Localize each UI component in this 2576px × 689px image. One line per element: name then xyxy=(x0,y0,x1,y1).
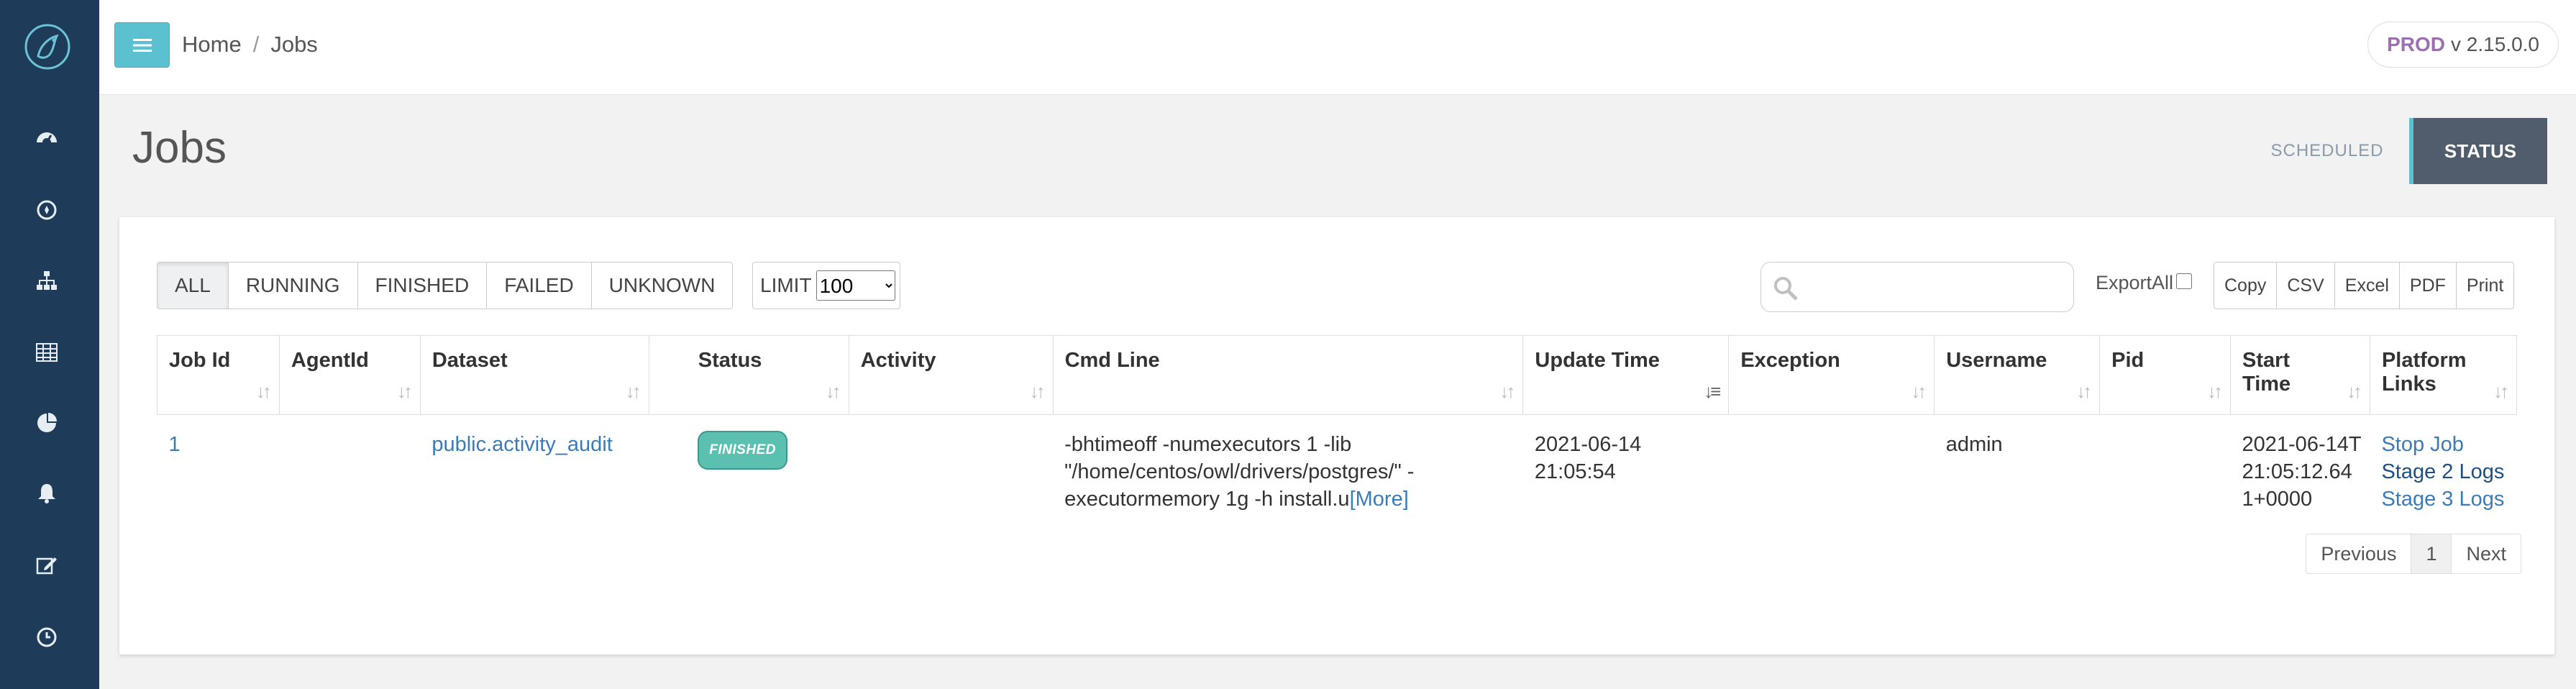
cell-agent-id xyxy=(279,415,420,529)
breadcrumb-home[interactable]: Home xyxy=(182,32,242,58)
sort-icon: ↓↑ xyxy=(255,380,272,402)
stage-3-logs-link[interactable]: Stage 3 Logs xyxy=(2381,485,2505,513)
sort-icon: ↓↑ xyxy=(2076,380,2092,402)
export-all-checkbox[interactable] xyxy=(2176,273,2193,289)
table-header-row: Job Id ↓↑ AgentId ↓↑ Dataset ↓↑ Status ↓↑ Ac… xyxy=(157,335,2518,415)
pie-chart-icon[interactable] xyxy=(32,409,61,437)
filter-running-button[interactable]: RUNNING xyxy=(228,263,358,309)
status-badge: FINISHED xyxy=(698,431,787,470)
limit-control: LIMIT 100 xyxy=(752,262,900,309)
export-all-control: ExportAll xyxy=(2096,272,2193,294)
breadcrumb-current: Jobs xyxy=(270,32,318,57)
status-filter-group: ALL RUNNING FINISHED FAILED UNKNOWN xyxy=(157,262,734,309)
jobs-panel: ALL RUNNING FINISHED FAILED UNKNOWN LIMI… xyxy=(119,217,2554,654)
column-header-username[interactable]: Username ↓↑ xyxy=(1934,335,2101,415)
environment-name: PROD xyxy=(2387,33,2446,55)
top-bar: Home / Jobs PROD v 2.15.0.0 xyxy=(99,0,2576,95)
sort-icon: ↓↑ xyxy=(2493,380,2509,402)
sort-icon: ↓↑ xyxy=(625,380,641,402)
column-header-job-id[interactable]: Job Id ↓↑ xyxy=(157,335,280,415)
cell-status: FINISHED xyxy=(649,415,849,529)
cell-activity xyxy=(849,415,1053,529)
pagination: Previous 1 Next xyxy=(2306,534,2521,574)
sort-icon: ↓↑ xyxy=(1911,380,1927,402)
clock-icon[interactable] xyxy=(32,623,61,652)
breadcrumb-separator: / xyxy=(252,32,260,57)
column-header-activity[interactable]: Activity ↓↑ xyxy=(848,335,1054,415)
column-header-update-time[interactable]: Update Time ↓≡ xyxy=(1522,335,1730,415)
sort-icon: ↓↑ xyxy=(2207,380,2223,402)
sort-icon: ↓↑ xyxy=(1499,380,1515,402)
sort-icon: ↓↑ xyxy=(396,380,413,402)
sidebar xyxy=(0,0,99,689)
bell-icon[interactable] xyxy=(32,479,61,508)
cell-dataset: public.activity_audit xyxy=(420,415,649,529)
column-header-status[interactable]: Status ↓↑ xyxy=(648,335,849,415)
column-header-pid[interactable]: Pid ↓↑ xyxy=(2099,335,2232,415)
previous-page-button[interactable]: Previous xyxy=(2306,534,2412,573)
job-id-link[interactable]: 1 xyxy=(169,433,181,456)
menu-toggle-button[interactable] xyxy=(114,22,170,68)
cell-job-id: 1 xyxy=(157,415,280,529)
page-title: Jobs xyxy=(132,123,227,173)
cell-platform-links: Stop Job Stage 2 Logs Stage 3 Logs xyxy=(2370,415,2516,529)
table-icon[interactable] xyxy=(32,338,61,367)
column-header-platform-links[interactable]: Platform Links ↓↑ xyxy=(2369,335,2518,415)
print-button[interactable]: Print xyxy=(2457,263,2513,309)
cmd-more-link[interactable]: [More] xyxy=(1350,488,1409,511)
search-input[interactable] xyxy=(1801,268,2060,306)
sort-icon: ↓↑ xyxy=(825,380,841,402)
version-label: v 2.15.0.0 xyxy=(2451,33,2539,55)
dataset-link[interactable]: public.activity_audit xyxy=(431,433,612,456)
column-header-exception[interactable]: Exception ↓↑ xyxy=(1728,335,1935,415)
filter-unknown-button[interactable]: UNKNOWN xyxy=(591,263,733,309)
column-header-cmd-line[interactable]: Cmd Line ↓↑ xyxy=(1052,335,1524,415)
sort-icon: ↓↑ xyxy=(1029,380,1046,402)
compass-icon[interactable] xyxy=(32,196,61,224)
cell-update-time: 2021-06-14 21:05:54 xyxy=(1534,433,1642,483)
sort-icon: ↓↑ xyxy=(2346,380,2362,402)
cell-exception xyxy=(1729,415,1935,529)
next-page-button[interactable]: Next xyxy=(2452,534,2521,573)
column-header-dataset[interactable]: Dataset ↓↑ xyxy=(419,335,649,415)
limit-label: LIMIT xyxy=(760,274,812,296)
stage-2-logs-link[interactable]: Stage 2 Logs xyxy=(2381,458,2505,485)
tab-status[interactable]: STATUS xyxy=(2409,118,2547,184)
cell-pid xyxy=(2100,415,2231,529)
sitemap-icon[interactable] xyxy=(32,266,61,295)
cell-start-time: 2021-06-14T21:05:12.641+0000 xyxy=(2242,433,2362,511)
search-box xyxy=(1760,262,2074,312)
search-icon xyxy=(1774,277,1798,301)
logo-icon[interactable] xyxy=(22,22,73,72)
filter-all-button[interactable]: ALL xyxy=(157,263,229,309)
breadcrumb: Home / Jobs xyxy=(182,32,318,58)
copy-button[interactable]: Copy xyxy=(2214,263,2278,309)
pdf-button[interactable]: PDF xyxy=(2400,263,2457,309)
page-1-button[interactable]: 1 xyxy=(2411,534,2452,573)
hamburger-icon xyxy=(132,38,152,52)
table-row: 1 public.activity_audit FINISHED -bhtime… xyxy=(157,415,2517,529)
tab-scheduled[interactable]: SCHEDULED xyxy=(2244,119,2411,183)
stop-job-link[interactable]: Stop Job xyxy=(2381,431,2505,458)
sort-descending-icon: ↓≡ xyxy=(1704,380,1721,402)
jobs-table: Job Id ↓↑ AgentId ↓↑ Dataset ↓↑ Status ↓↑ Ac… xyxy=(157,335,2518,529)
environment-badge: PROD v 2.15.0.0 xyxy=(2367,22,2559,68)
export-button-group: Copy CSV Excel PDF Print xyxy=(2214,262,2515,309)
csv-button[interactable]: CSV xyxy=(2277,263,2335,309)
excel-button[interactable]: Excel xyxy=(2335,263,2400,309)
filter-finished-button[interactable]: FINISHED xyxy=(357,263,488,309)
edit-icon[interactable] xyxy=(32,551,61,580)
filter-failed-button[interactable]: FAILED xyxy=(487,263,592,309)
cell-username: admin xyxy=(1945,433,2003,456)
cell-cmd-line: -bhtimeoff -numexecutors 1 -lib "/home/c… xyxy=(1053,415,1523,529)
export-all-label: ExportAll xyxy=(2096,272,2174,293)
limit-select[interactable]: 100 xyxy=(816,270,895,301)
dashboard-icon[interactable] xyxy=(32,124,61,152)
column-header-agent-id[interactable]: AgentId ↓↑ xyxy=(278,335,421,415)
column-header-start-time[interactable]: Start Time ↓↑ xyxy=(2230,335,2370,415)
